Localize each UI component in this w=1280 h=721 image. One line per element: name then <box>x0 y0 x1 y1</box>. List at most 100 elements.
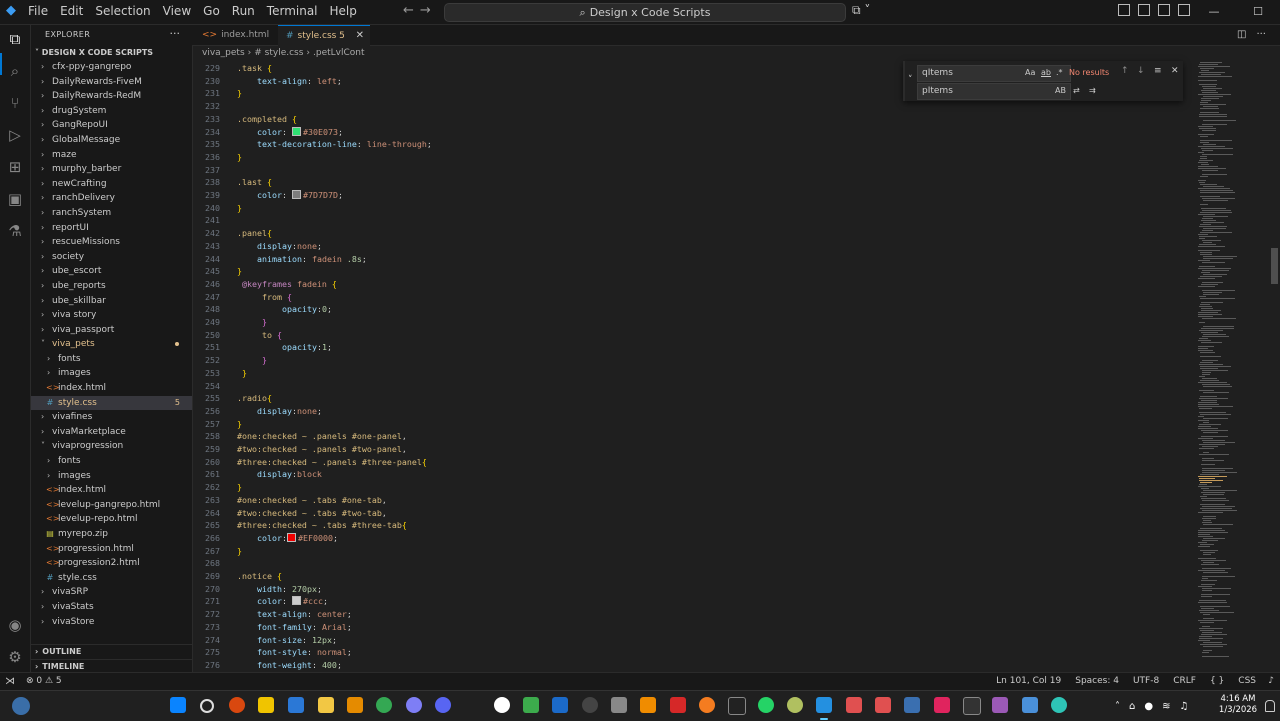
tree-item[interactable]: ›newCrafting <box>31 177 192 192</box>
toggle-replace-chevron-icon[interactable]: ˅ <box>908 75 913 85</box>
tree-item[interactable]: ›vivafines <box>31 410 192 425</box>
command-center[interactable]: ⌕Design x Code Scripts <box>444 3 846 22</box>
app-circle-icon[interactable] <box>494 697 510 713</box>
timeline-section[interactable]: ›TIMELINE <box>31 659 192 672</box>
tab-style-css[interactable]: #style.css 5 ✕ <box>278 25 370 46</box>
replace-icon[interactable]: ⇄ <box>1073 86 1080 95</box>
tree-item[interactable]: ▤myrepo.zip <box>31 527 192 542</box>
color-swatch[interactable] <box>292 190 301 199</box>
tree-item[interactable]: ›ranchSystem <box>31 206 192 221</box>
tree-item[interactable]: ›vivaStats <box>31 600 192 615</box>
problems-count[interactable]: ⊗ 0 ⚠ 5 <box>26 673 62 690</box>
tree-item[interactable]: ›reportUI <box>31 221 192 236</box>
toggle-secondary-sidebar-icon[interactable] <box>1178 4 1190 16</box>
tree-item[interactable]: ›viva_passport <box>31 323 192 338</box>
app-red-icon[interactable] <box>670 697 686 713</box>
vertical-scrollbar[interactable] <box>1270 60 1280 672</box>
tree-item[interactable]: ›cfx-ppy-gangrepo <box>31 60 192 75</box>
app-shield-icon[interactable] <box>611 697 627 713</box>
menu-terminal[interactable]: Terminal <box>261 0 324 24</box>
split-editor-icon[interactable]: ◫ <box>1237 29 1246 40</box>
vscode-taskbar-icon[interactable] <box>816 697 832 713</box>
color-swatch[interactable] <box>292 127 301 136</box>
replace-all-icon[interactable]: ⇉ <box>1089 86 1096 95</box>
testing-icon[interactable]: ⚗ <box>5 221 25 241</box>
replace-input[interactable]: pItems <box>917 83 1071 100</box>
tree-item[interactable]: ›images <box>31 366 192 381</box>
network-icon[interactable]: ⌂ <box>1129 701 1135 712</box>
braces-indicator[interactable]: { } <box>1210 673 1224 690</box>
tree-item[interactable]: ›vivaStore <box>31 615 192 630</box>
app-lime-icon[interactable] <box>787 697 803 713</box>
breadcrumb-file[interactable]: # style.css <box>254 48 303 58</box>
close-tab-icon[interactable]: ✕ <box>356 26 364 46</box>
explorer-icon[interactable]: ⧉ <box>5 29 25 49</box>
notion-icon[interactable] <box>728 697 746 715</box>
customize-layout-icon[interactable] <box>1118 4 1130 16</box>
tree-item[interactable]: ›DailyRewards-FiveM <box>31 75 192 90</box>
toggle-primary-sidebar-icon[interactable] <box>1138 4 1150 16</box>
find-in-selection-icon[interactable]: ≡ <box>1154 66 1162 76</box>
tree-item[interactable]: <>index.html <box>31 381 192 396</box>
encoding[interactable]: UTF-8 <box>1133 673 1159 690</box>
tree-item[interactable]: <>progression.html <box>31 542 192 557</box>
back-arrow-icon[interactable]: ← <box>403 3 414 18</box>
tree-item[interactable]: ˅viva_pets <box>31 337 192 352</box>
weather-widget-icon[interactable] <box>12 697 30 715</box>
app-grey-icon[interactable] <box>582 697 598 713</box>
workspace-folder-title[interactable]: ˅ DESIGN X CODE SCRIPTS <box>35 48 153 57</box>
tree-item[interactable]: ›vivaSRP <box>31 585 192 600</box>
steam-icon[interactable] <box>552 697 568 713</box>
file-explorer-icon[interactable] <box>318 697 334 713</box>
menu-run[interactable]: Run <box>226 0 261 24</box>
color-swatch[interactable] <box>292 596 301 605</box>
tab-index-html[interactable]: <>index.html <box>194 25 286 45</box>
tree-item[interactable]: ›maze <box>31 148 192 163</box>
code-editor[interactable]: 229.task {230 text-align: left;231}23223… <box>192 60 1192 672</box>
tree-item[interactable]: <>progression2.html <box>31 556 192 571</box>
menu-view[interactable]: View <box>157 0 197 24</box>
regex-toggle[interactable]: .* <box>1056 68 1063 77</box>
tree-item[interactable]: ›vivaMarketplace <box>31 425 192 440</box>
chrome-icon[interactable] <box>376 697 392 713</box>
language-mode[interactable]: CSS <box>1238 673 1256 690</box>
tree-item[interactable]: ›viva story <box>31 308 192 323</box>
tree-item[interactable]: #style.css <box>31 571 192 586</box>
more-actions-icon[interactable]: ··· <box>1256 29 1266 40</box>
remote-explorer-icon[interactable]: ▣ <box>5 189 25 209</box>
tree-item[interactable]: ›fonts <box>31 454 192 469</box>
tree-item[interactable]: ›DailyRewards-RedM <box>31 89 192 104</box>
maximize-icon[interactable]: ☐ <box>1236 0 1280 23</box>
minimap[interactable] <box>1194 60 1270 672</box>
extensions-icon[interactable]: ⊞ <box>5 157 25 177</box>
tree-item[interactable]: ›GangRepoUI <box>31 118 192 133</box>
previous-match-arrow-icon[interactable]: ↑ <box>1121 66 1129 76</box>
app-pink-icon[interactable] <box>934 697 950 713</box>
whatsapp-icon[interactable] <box>758 697 774 713</box>
tree-item[interactable]: ›murphy_barber <box>31 162 192 177</box>
taskbar-clock[interactable]: 4:16 AM 1/3/2026 <box>1215 694 1261 716</box>
sublime-text-icon[interactable] <box>347 697 363 713</box>
mail-taskbar-icon[interactable] <box>288 697 304 713</box>
close-find-icon[interactable]: ✕ <box>1171 66 1179 76</box>
tree-item[interactable]: <>levelup-repo.html <box>31 512 192 527</box>
indentation[interactable]: Spaces: 4 <box>1075 673 1119 690</box>
tree-item[interactable]: ›GlobalMessage <box>31 133 192 148</box>
notification-bell-icon[interactable] <box>1265 700 1275 712</box>
outline-section[interactable]: ›OUTLINE <box>31 644 192 659</box>
preserve-case-toggle[interactable]: AB <box>1055 86 1066 95</box>
more-actions-icon[interactable]: ··· <box>170 27 181 40</box>
chat-app-icon[interactable] <box>406 697 422 713</box>
toggle-panel-icon[interactable] <box>1158 4 1170 16</box>
menu-go[interactable]: Go <box>197 0 226 24</box>
cursor-position[interactable]: Ln 101, Col 19 <box>996 673 1061 690</box>
brave-browser-icon[interactable] <box>229 697 245 713</box>
tree-item[interactable]: ›ube_reports <box>31 279 192 294</box>
tree-item[interactable]: ›ube_escort <box>31 264 192 279</box>
match-case-toggle[interactable]: Aa <box>1025 68 1035 77</box>
tree-item[interactable]: ›society <box>31 250 192 265</box>
menu-selection[interactable]: Selection <box>89 0 156 24</box>
color-swatch[interactable] <box>287 533 296 542</box>
volume-icon[interactable]: ♫ <box>1179 701 1188 712</box>
tree-item[interactable]: ›rescueMissions <box>31 235 192 250</box>
